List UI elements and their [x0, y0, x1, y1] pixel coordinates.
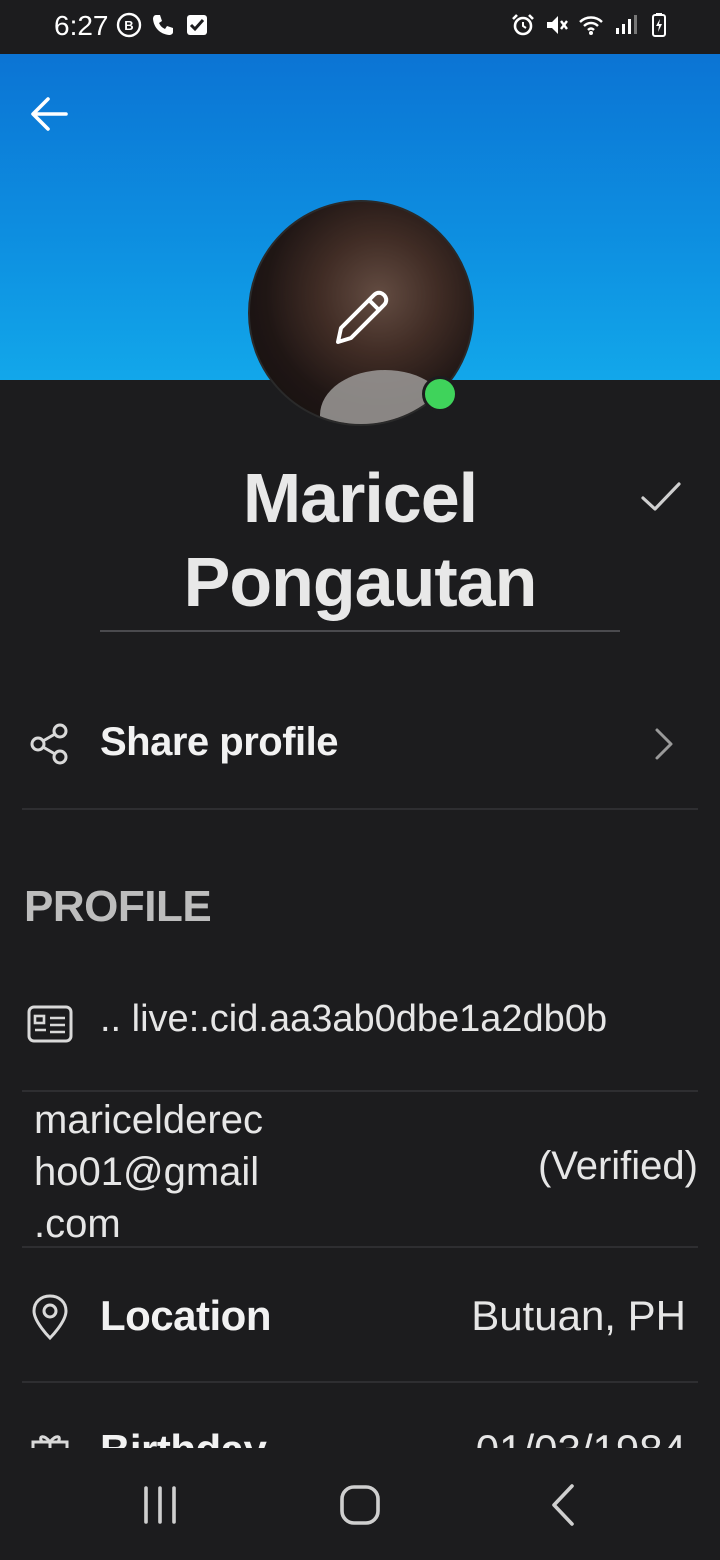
recents-icon[interactable]	[130, 1480, 190, 1530]
display-name-line-2: Pongautan	[183, 543, 538, 621]
display-name-line-1: Maricel	[242, 459, 478, 537]
display-name-field[interactable]: Maricel Pongautan	[100, 456, 620, 632]
back-arrow-icon[interactable]	[22, 86, 78, 142]
email-row[interactable]: maricelderec ho01@gmail .com (Verified)	[0, 1094, 720, 1246]
location-pin-icon	[32, 1294, 68, 1341]
skype-id-row[interactable]: .. live:.cid.aa3ab0dbe1a2db0b	[0, 990, 720, 1070]
wifi-icon	[579, 16, 603, 35]
id-card-icon	[27, 1005, 73, 1043]
birthday-value: 01/03/1984	[476, 1426, 686, 1448]
checkbox-icon	[187, 15, 207, 35]
divider	[22, 808, 698, 810]
location-value: Butuan, PH	[471, 1292, 686, 1339]
checkmark-icon[interactable]	[636, 474, 686, 520]
phone-icon	[153, 15, 173, 35]
system-nav-bar	[0, 1448, 720, 1560]
divider	[22, 1381, 698, 1383]
divider	[22, 1090, 698, 1092]
home-icon[interactable]	[330, 1480, 390, 1530]
alarm-icon	[512, 14, 534, 36]
status-time: 6:27	[54, 10, 109, 41]
b-circle-icon: B	[116, 12, 142, 38]
share-profile-label: Share profile	[100, 720, 339, 764]
mute-icon	[547, 16, 568, 34]
screen: 6:27 B Maricel Pongautan Share profile P…	[0, 0, 720, 1560]
email-verified-status: (Verified)	[537, 1144, 698, 1188]
signal-icon	[616, 15, 637, 34]
location-row[interactable]: Location Butuan, PH	[0, 1262, 720, 1372]
nav-back-icon[interactable]	[534, 1480, 594, 1530]
svg-text:B: B	[124, 18, 133, 33]
location-label: Location	[100, 1292, 272, 1339]
pencil-icon[interactable]	[330, 284, 396, 350]
battery-icon	[652, 13, 666, 37]
presence-online-dot	[422, 376, 458, 412]
chevron-right-icon	[655, 728, 673, 760]
birthday-label: Birthday	[100, 1426, 267, 1448]
share-profile-row[interactable]: Share profile	[0, 690, 720, 800]
status-left-icons: B	[116, 12, 210, 38]
email-value: maricelderec ho01@gmail .com	[34, 1098, 263, 1246]
status-bar: 6:27 B	[0, 0, 720, 54]
section-title-profile: PROFILE	[24, 882, 212, 931]
share-icon	[30, 723, 68, 765]
birthday-row[interactable]: Birthday 01/03/1984	[0, 1400, 720, 1448]
gift-icon	[31, 1435, 69, 1448]
skype-id-value: .. live:.cid.aa3ab0dbe1a2db0b	[100, 998, 608, 1040]
divider	[22, 1246, 698, 1248]
status-right-icons	[510, 12, 672, 38]
